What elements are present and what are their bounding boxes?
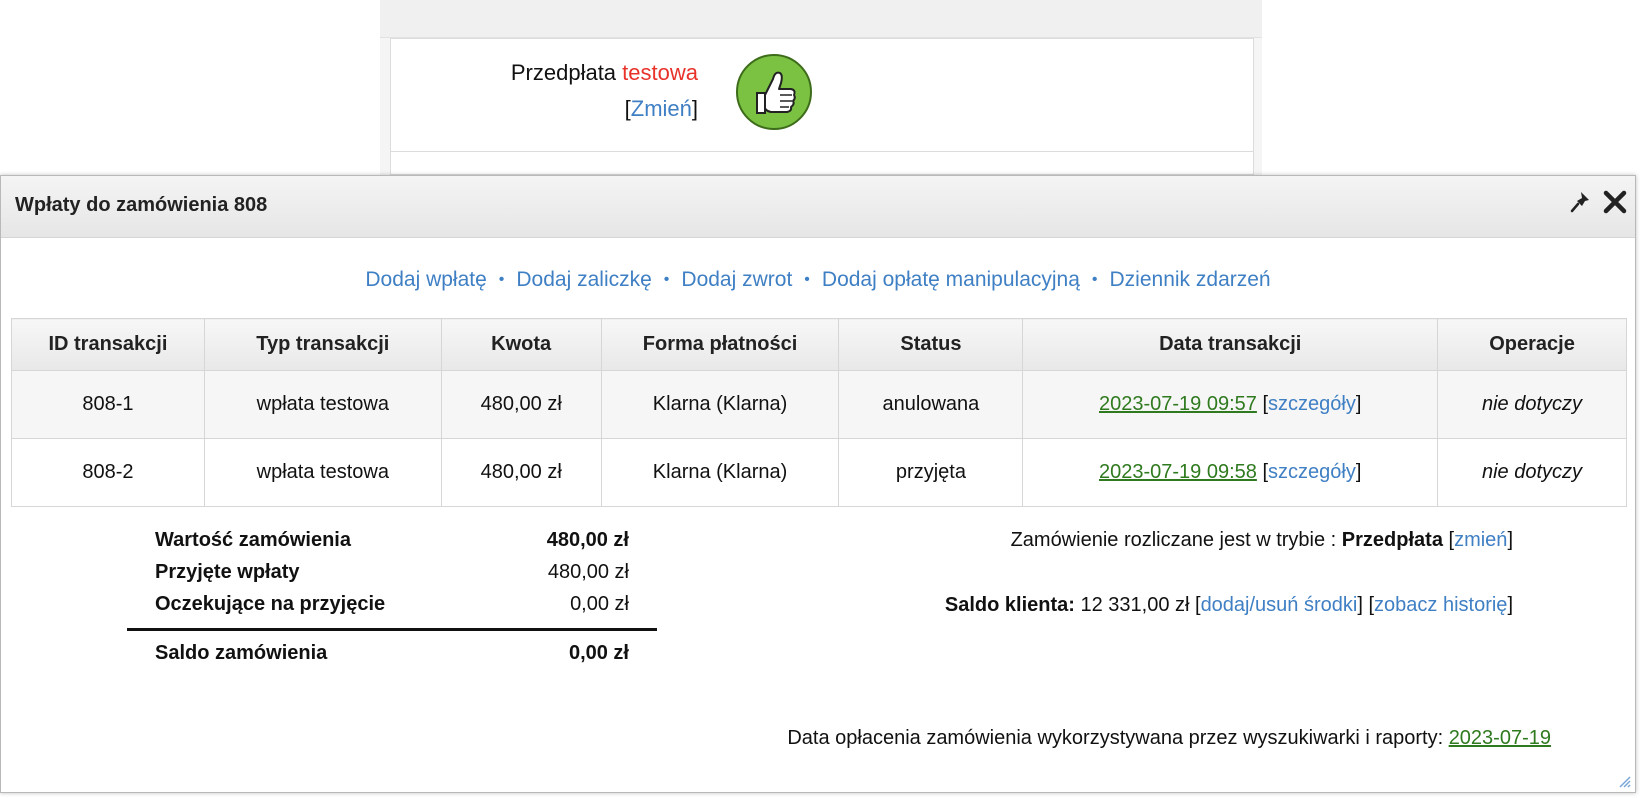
accepted-payments-value: 480,00 zł	[547, 560, 629, 583]
action-links: Dodaj wpłatę • Dodaj zaliczkę • Dodaj zwrot •…	[365, 268, 1271, 291]
order-summary: Wartość zamówienia 480,00 zł Przyjęte wp…	[127, 524, 657, 669]
transaction-date-cell: 2023-07-19 09:58 [szczegóły]	[1022, 438, 1439, 507]
transaction-date-link[interactable]: 2023-07-19 09:58	[1099, 461, 1257, 483]
transaction-status: anulowana	[838, 370, 1024, 439]
transaction-date-cell: 2023-07-19 09:57 [szczegóły]	[1022, 370, 1439, 439]
pin-icon[interactable]	[1567, 188, 1595, 216]
order-value: 480,00 zł	[546, 528, 629, 551]
payment-mode-label: Przedpłata testowa [Zmień]	[510, 60, 698, 121]
details-link[interactable]: szczegóły	[1268, 393, 1356, 415]
transaction-id: 808-2	[11, 438, 205, 507]
mode-prefix: Przedpłata	[510, 60, 617, 85]
background-panel: Przedpłata testowa [Zmień]	[390, 38, 1254, 175]
transaction-id: 808-1	[11, 370, 205, 439]
settlement-mode: Zamówienie rozliczane jest w trybie : Pr…	[1010, 529, 1513, 551]
background-topbar	[380, 0, 1262, 38]
dialog-header[interactable]: Wpłaty do zamówienia 808	[1, 176, 1635, 238]
transaction-operations: nie dotyczy	[1437, 370, 1627, 439]
add-payment-link[interactable]: Dodaj wpłatę	[365, 268, 486, 291]
add-handling-fee-link[interactable]: Dodaj opłatę manipulacyjną	[822, 268, 1080, 291]
column-header[interactable]: Data transakcji	[1022, 318, 1439, 371]
add-advance-link[interactable]: Dodaj zaliczkę	[516, 268, 651, 291]
paid-date-text: Data opłacenia zamówienia wykorzystywana…	[787, 727, 1449, 749]
paid-date-link[interactable]: 2023-07-19	[1449, 727, 1551, 749]
dialog-title: Wpłaty do zamówienia 808	[15, 194, 268, 216]
details-link[interactable]: szczegóły	[1268, 461, 1356, 483]
order-value-label: Wartość zamówienia	[155, 528, 351, 551]
order-balance-value: 0,00 zł	[568, 641, 629, 664]
settlement-mode-text: Zamówienie rozliczane jest w trybie :	[1010, 529, 1342, 551]
change-settlement-link[interactable]: zmień	[1454, 529, 1507, 551]
change-mode-link[interactable]: Zmień	[631, 96, 692, 121]
column-header[interactable]: ID transakcji	[11, 318, 205, 371]
column-header[interactable]: Operacje	[1437, 318, 1627, 371]
table-header-row: ID transakcji Typ transakcji Kwota Forma…	[11, 318, 1627, 371]
transaction-date-link[interactable]: 2023-07-19 09:57	[1099, 393, 1257, 415]
event-log-link[interactable]: Dziennik zdarzeń	[1110, 268, 1271, 291]
column-header[interactable]: Status	[838, 318, 1024, 371]
thumbs-up-icon	[736, 54, 812, 130]
add-refund-link[interactable]: Dodaj zwrot	[681, 268, 792, 291]
order-balance-label: Saldo zamówienia	[155, 641, 328, 664]
transaction-amount: 480,00 zł	[440, 438, 602, 507]
summary-divider	[127, 628, 657, 631]
pending-payments-value: 0,00 zł	[570, 592, 629, 615]
column-header[interactable]: Forma płatności	[600, 318, 840, 371]
mode-highlight: testowa	[622, 60, 698, 85]
table-row: 808-1 wpłata testowa 480,00 zł Klarna (K…	[11, 370, 1627, 439]
client-balance-label: Saldo klienta:	[944, 594, 1075, 616]
payment-method: Klarna (Klarna)	[600, 370, 840, 439]
transaction-operations: nie dotyczy	[1437, 438, 1627, 507]
column-header[interactable]: Typ transakcji	[203, 318, 442, 371]
resize-grip-icon[interactable]	[1617, 774, 1631, 788]
table-row: 808-2 wpłata testowa 480,00 zł Klarna (K…	[11, 438, 1627, 507]
background-page: Przedpłata testowa [Zmień]	[380, 0, 1262, 175]
payments-dialog: Wpłaty do zamówienia 808 Dodaj wpłatę • Do…	[0, 175, 1636, 793]
paid-date-info: Data opłacenia zamówienia wykorzystywana…	[787, 727, 1551, 750]
column-header[interactable]: Kwota	[440, 318, 602, 371]
add-remove-funds-link[interactable]: dodaj/usuń środki	[1201, 594, 1358, 616]
transaction-amount: 480,00 zł	[440, 370, 602, 439]
view-history-link[interactable]: zobacz historię	[1374, 594, 1507, 616]
transactions-table: ID transakcji Typ transakcji Kwota Forma…	[11, 318, 1627, 507]
transaction-type: wpłata testowa	[203, 438, 442, 507]
close-icon[interactable]	[1601, 188, 1629, 216]
pending-payments-label: Oczekujące na przyjęcie	[155, 592, 386, 615]
transaction-type: wpłata testowa	[203, 370, 442, 439]
transaction-status: przyjęta	[838, 438, 1024, 507]
client-balance: Saldo klienta: 12 331,00 zł [dodaj/usuń …	[944, 594, 1513, 616]
client-balance-value: 12 331,00 zł	[1074, 594, 1195, 616]
payment-method: Klarna (Klarna)	[600, 438, 840, 507]
accepted-payments-label: Przyjęte wpłaty	[155, 560, 300, 583]
settlement-mode-value: Przedpłata	[1341, 529, 1443, 551]
